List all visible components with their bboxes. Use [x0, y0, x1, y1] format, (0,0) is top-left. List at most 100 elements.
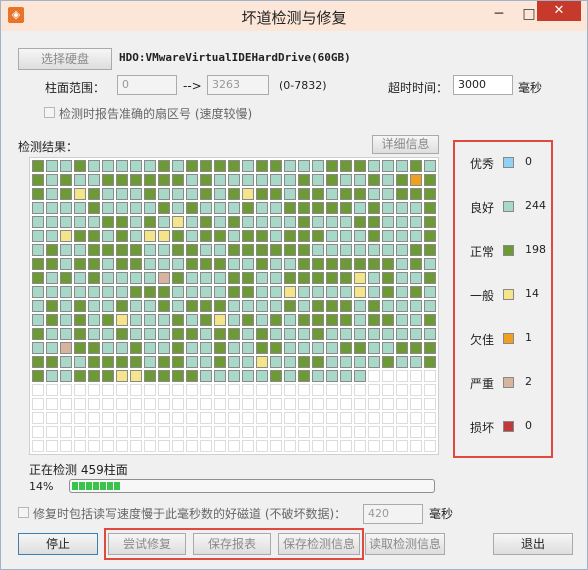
sector-cell [424, 356, 436, 368]
sector-cell [270, 174, 282, 186]
sector-cell [158, 370, 170, 382]
sector-cell [396, 328, 408, 340]
sector-cell [74, 216, 86, 228]
close-button[interactable]: ✕ [537, 1, 581, 21]
sector-cell [116, 258, 128, 270]
sector-cell [270, 160, 282, 172]
legend-panel: 优秀 0 良好 244 正常 198 一般 14 欠佳 1 严重 2 损坏 0 [453, 140, 553, 458]
sector-cell [326, 160, 338, 172]
sector-cell [270, 244, 282, 256]
sector-cell [186, 202, 198, 214]
sector-cell [74, 286, 86, 298]
sector-cell [228, 160, 240, 172]
sector-cell [60, 160, 72, 172]
sector-cell [340, 328, 352, 340]
sector-cell [144, 272, 156, 284]
sector-cell [284, 188, 296, 200]
sector-cell [214, 412, 226, 424]
sector-cell [228, 188, 240, 200]
sector-cell [172, 286, 184, 298]
sector-cell [368, 370, 380, 382]
sector-cell [382, 426, 394, 438]
sector-cell [312, 230, 324, 242]
stop-button[interactable]: 停止 [18, 533, 98, 555]
sector-cell [368, 300, 380, 312]
sector-cell [214, 286, 226, 298]
report-sector-checkbox[interactable] [44, 107, 55, 118]
sector-cell [312, 440, 324, 452]
read-info-button[interactable]: 读取检测信息 [365, 533, 445, 555]
sector-cell [116, 370, 128, 382]
sector-cell [242, 174, 254, 186]
repair-slow-input[interactable]: 420 [363, 504, 423, 524]
sector-cell [172, 370, 184, 382]
sector-cell [144, 258, 156, 270]
sector-cell [368, 384, 380, 396]
sector-cell [88, 412, 100, 424]
sector-cell [382, 230, 394, 242]
sector-cell [88, 258, 100, 270]
sector-cell [396, 272, 408, 284]
sector-cell [32, 230, 44, 242]
sector-cell [200, 398, 212, 410]
sector-cell [396, 174, 408, 186]
sector-cell [256, 440, 268, 452]
sector-cell [326, 300, 338, 312]
sector-cell [228, 244, 240, 256]
sector-cell [256, 216, 268, 228]
sector-cell [214, 202, 226, 214]
sector-cell [214, 272, 226, 284]
progress-segment [79, 482, 85, 490]
sector-cell [186, 440, 198, 452]
sector-cell [32, 160, 44, 172]
sector-cell [368, 174, 380, 186]
sector-cell [130, 314, 142, 326]
sector-cell [424, 314, 436, 326]
sector-cell [200, 272, 212, 284]
sector-cell [410, 370, 422, 382]
sector-cell [186, 426, 198, 438]
sector-cell [158, 342, 170, 354]
sector-cell [32, 314, 44, 326]
sector-cell [242, 244, 254, 256]
sector-cell [46, 384, 58, 396]
legend-count: 198 [525, 243, 546, 256]
range-end-input[interactable]: 3263 [207, 75, 269, 95]
sector-cell [102, 244, 114, 256]
sector-cell [424, 244, 436, 256]
sector-cell [326, 328, 338, 340]
range-start-input[interactable]: 0 [117, 75, 177, 95]
sector-cell [200, 174, 212, 186]
sector-cell [116, 188, 128, 200]
detail-info-button[interactable]: 详细信息 [372, 135, 439, 154]
sector-cell [186, 314, 198, 326]
minimize-button[interactable]: ─ [485, 3, 513, 25]
sector-cell [270, 314, 282, 326]
sector-cell [396, 384, 408, 396]
sector-cell [340, 398, 352, 410]
timeout-input[interactable]: 3000 [453, 75, 513, 95]
sector-cell [228, 370, 240, 382]
sector-cell [312, 426, 324, 438]
sector-cell [410, 412, 422, 424]
sector-cell [186, 412, 198, 424]
sector-cell [354, 286, 366, 298]
repair-slow-checkbox[interactable] [18, 507, 29, 518]
sector-cell [354, 314, 366, 326]
sector-cell [88, 202, 100, 214]
sector-cell [46, 216, 58, 228]
sector-cell [88, 384, 100, 396]
sector-cell [214, 300, 226, 312]
sector-cell [186, 328, 198, 340]
sector-cell [368, 244, 380, 256]
sector-cell [340, 342, 352, 354]
timeout-unit: 毫秒 [518, 81, 543, 95]
select-disk-button[interactable]: 选择硬盘 [18, 48, 112, 70]
sector-cell [424, 258, 436, 270]
sector-cell [46, 174, 58, 186]
sector-cell [172, 440, 184, 452]
sector-cell [46, 188, 58, 200]
sector-cell [172, 342, 184, 354]
exit-button[interactable]: 退出 [493, 533, 573, 555]
sector-cell [46, 356, 58, 368]
